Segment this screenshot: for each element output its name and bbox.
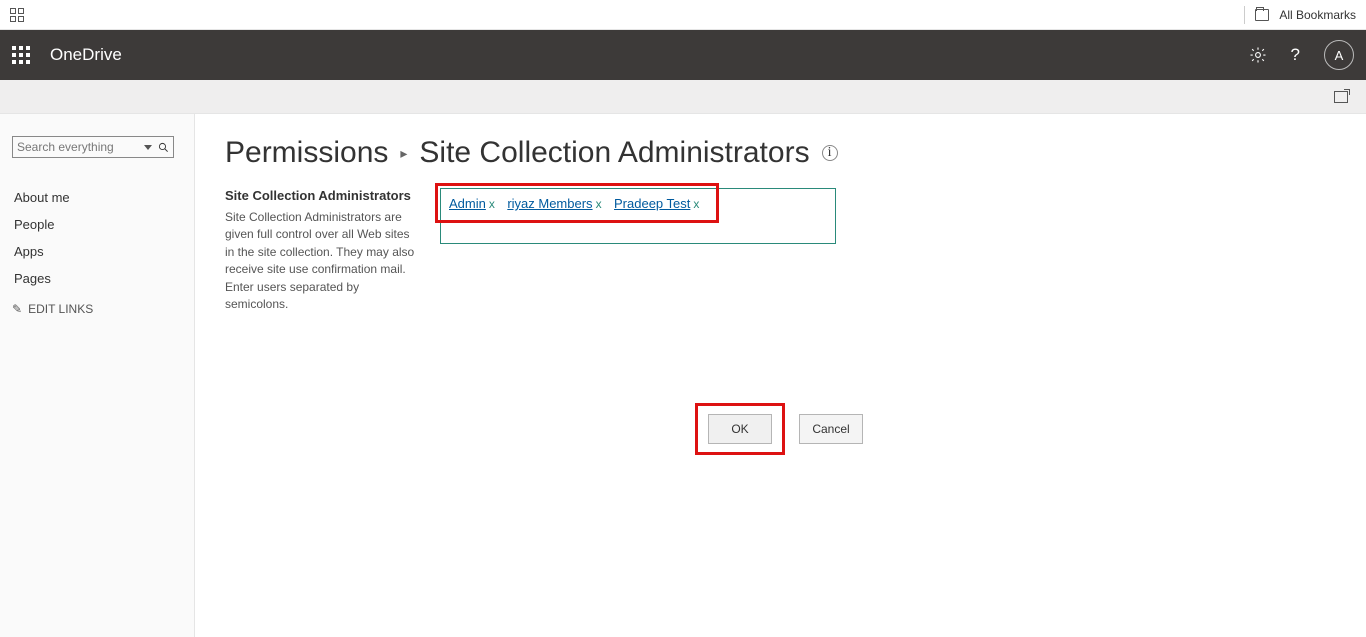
chrome-separator [1244,6,1245,24]
highlight-ok-box: OK [695,403,785,455]
person-link[interactable]: Pradeep Test [614,196,690,211]
page-title: Permissions ▸ Site Collection Administra… [225,136,1336,170]
nav-item-people[interactable]: People [12,211,184,238]
folder-icon [1255,9,1269,21]
form-description: Site Collection Administrators are given… [225,209,420,313]
people-picker-wrapper: Admin x riyaz Members x Pradeep Test x [440,188,836,313]
remove-person-icon[interactable]: x [489,197,495,211]
pencil-icon: ✎ [12,302,22,316]
cancel-button[interactable]: Cancel [799,414,863,444]
search-scope-caret-icon[interactable] [144,145,152,150]
info-icon[interactable]: i [822,145,838,161]
admin-form-row: Site Collection Administrators Site Coll… [225,188,1336,313]
suite-left: OneDrive [12,45,122,65]
form-label: Site Collection Administrators [225,188,420,203]
person-chip: Admin x [449,196,495,211]
page-heading: Site Collection Administrators [419,136,809,170]
nav-item-apps[interactable]: Apps [12,238,184,265]
person-link[interactable]: riyaz Members [507,196,592,211]
main-content: Permissions ▸ Site Collection Administra… [195,114,1366,637]
app-name[interactable]: OneDrive [50,45,122,65]
person-chip: riyaz Members x [507,196,601,211]
nav-list: About me People Apps Pages [12,184,184,292]
people-picker-input[interactable]: Admin x riyaz Members x Pradeep Test x [440,188,836,244]
apps-grid-icon[interactable] [10,8,24,22]
remove-person-icon[interactable]: x [596,197,602,211]
chrome-right: All Bookmarks [1244,6,1356,24]
suite-right: ? A [1249,40,1354,70]
avatar[interactable]: A [1324,40,1354,70]
browser-chrome-bar: All Bookmarks [0,0,1366,30]
help-icon[interactable]: ? [1291,45,1300,65]
search-placeholder: Search everything [17,140,144,154]
form-label-column: Site Collection Administrators Site Coll… [225,188,420,313]
suite-bar: OneDrive ? A [0,30,1366,80]
ok-button[interactable]: OK [708,414,772,444]
button-row: OK Cancel [695,403,1336,455]
body-row: Search everything About me People Apps P… [0,114,1366,637]
settings-icon[interactable] [1249,46,1267,64]
left-nav: Search everything About me People Apps P… [0,114,195,637]
person-chip: Pradeep Test x [614,196,699,211]
all-bookmarks-link[interactable]: All Bookmarks [1279,8,1356,22]
breadcrumb-separator-icon: ▸ [400,145,407,162]
app-launcher-icon[interactable] [12,46,30,64]
remove-person-icon[interactable]: x [693,197,699,211]
focus-content-icon[interactable] [1334,91,1348,103]
breadcrumb-root[interactable]: Permissions [225,136,388,170]
chrome-left [10,8,24,22]
avatar-initial: A [1335,48,1344,63]
edit-links-label: EDIT LINKS [28,302,93,316]
ribbon-bar [0,80,1366,114]
edit-links[interactable]: ✎ EDIT LINKS [12,302,184,316]
search-box[interactable]: Search everything [12,136,174,158]
person-link[interactable]: Admin [449,196,486,211]
nav-item-about-me[interactable]: About me [12,184,184,211]
search-icon[interactable] [158,142,169,153]
nav-item-pages[interactable]: Pages [12,265,184,292]
